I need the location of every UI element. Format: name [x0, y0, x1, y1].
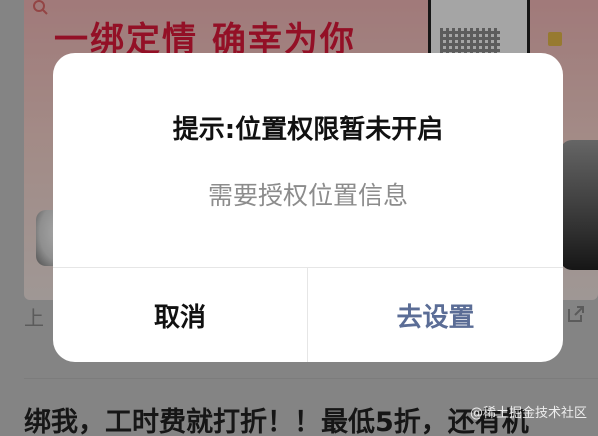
watermark: @稀土掘金技术社区 [470, 406, 588, 421]
dialog-title: 提示:位置权限暂未开启 [172, 115, 444, 145]
cancel-button[interactable]: 取消 [53, 268, 307, 362]
permission-dialog: 提示:位置权限暂未开启 需要授权位置信息 取消 去设置 [53, 53, 563, 362]
go-to-settings-button[interactable]: 去设置 [308, 268, 563, 362]
dialog-message: 需要授权位置信息 [207, 181, 408, 210]
screen: 一绑定情 确幸为你 上 绑我，工时费就打折！！最低5折，还有机 @稀土掘金技术社… [0, 0, 598, 436]
